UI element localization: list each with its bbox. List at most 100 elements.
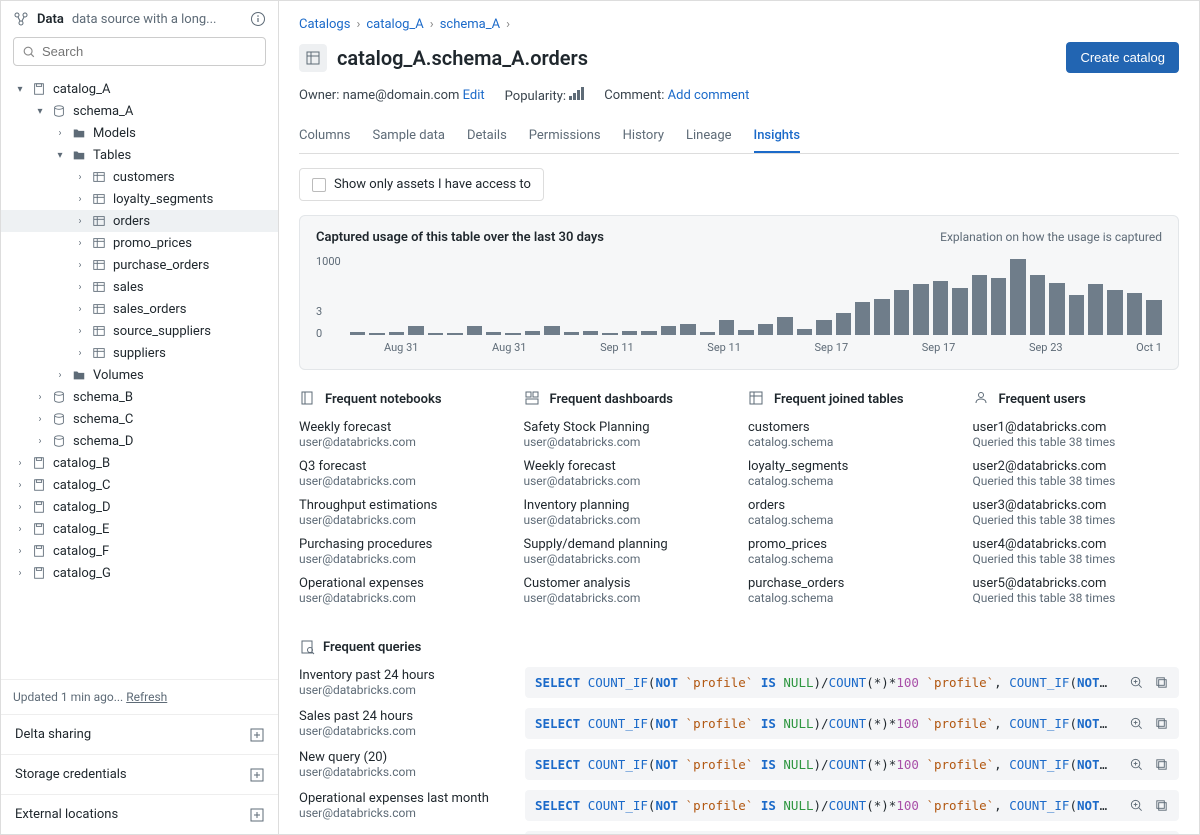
tree-item-label: schema_C xyxy=(73,412,133,427)
tree-item-label: Tables xyxy=(93,148,131,163)
tree-item-catalog_c[interactable]: ›catalog_C xyxy=(1,474,278,496)
table-icon xyxy=(91,169,107,185)
tree-item-schema_b[interactable]: ›schema_B xyxy=(1,386,278,408)
copy-icon[interactable] xyxy=(1154,675,1169,690)
query-sql[interactable]: SELECT COUNT_IF(NOT `profile` IS NULL)/C… xyxy=(525,790,1179,821)
tree-item-purchase_orders[interactable]: ›purchase_orders xyxy=(1,254,278,276)
copy-icon[interactable] xyxy=(1154,757,1169,772)
frequent-users: Frequent users user1@databricks.comQueri… xyxy=(973,390,1180,615)
tree-item-catalog_g[interactable]: ›catalog_G xyxy=(1,562,278,584)
usage-chart: 1000 3 0 Aug 31Aug 31Sep 11Sep 11Sep 17S… xyxy=(316,255,1162,355)
zoom-icon[interactable] xyxy=(1129,716,1144,731)
query-meta[interactable]: Inventory past 24 hoursuser@databricks.c… xyxy=(299,668,509,697)
freq-item[interactable]: Throughput estimationsuser@databricks.co… xyxy=(299,498,506,527)
breadcrumb-catalogs[interactable]: Catalogs xyxy=(299,17,350,32)
tree-item-suppliers[interactable]: ›suppliers xyxy=(1,342,278,364)
freq-item[interactable]: Weekly forecastuser@databricks.com xyxy=(524,459,731,488)
chart-explain-link[interactable]: Explanation on how the usage is captured xyxy=(940,230,1162,245)
zoom-icon[interactable] xyxy=(1129,798,1144,813)
sidebar: Data data source with a long... ▾catalog… xyxy=(1,1,279,834)
search-input-wrap[interactable] xyxy=(13,37,266,66)
breadcrumb-schema_a[interactable]: schema_A xyxy=(440,17,500,32)
tree-item-label: catalog_G xyxy=(53,566,111,581)
freq-item[interactable]: Q3 forecastuser@databricks.com xyxy=(299,459,506,488)
tree-item-catalog_d[interactable]: ›catalog_D xyxy=(1,496,278,518)
freq-item[interactable]: orderscatalog.schema xyxy=(748,498,955,527)
tree-item-customers[interactable]: ›customers xyxy=(1,166,278,188)
freq-item[interactable]: Weekly forecastuser@databricks.com xyxy=(299,420,506,449)
tree-item-sales_orders[interactable]: ›sales_orders xyxy=(1,298,278,320)
freq-item[interactable]: Operational expensesuser@databricks.com xyxy=(299,576,506,605)
copy-icon[interactable] xyxy=(1154,798,1169,813)
tab-permissions[interactable]: Permissions xyxy=(529,120,601,153)
tree-item-catalog_f[interactable]: ›catalog_F xyxy=(1,540,278,562)
freq-item[interactable]: user1@databricks.comQueried this table 3… xyxy=(973,420,1180,449)
tree-item-schema_a[interactable]: ▾schema_A xyxy=(1,100,278,122)
sidebar-footer-external-locations[interactable]: External locations xyxy=(1,794,278,834)
query-sql[interactable]: SELECT COUNT_IF(NOT `profile` IS NULL)/C… xyxy=(525,749,1179,780)
info-icon[interactable] xyxy=(250,11,266,27)
sidebar-footer-storage-credentials[interactable]: Storage credentials xyxy=(1,754,278,794)
query-meta[interactable]: New query (20)user@databricks.com xyxy=(299,750,509,779)
freq-item[interactable]: Safety Stock Planninguser@databricks.com xyxy=(524,420,731,449)
query-meta[interactable]: Sales past 24 hoursuser@databricks.com xyxy=(299,709,509,738)
tree-item-catalog_b[interactable]: ›catalog_B xyxy=(1,452,278,474)
zoom-icon[interactable] xyxy=(1129,757,1144,772)
show-only-checkbox[interactable]: Show only assets I have access to xyxy=(299,168,544,201)
tree-item-orders[interactable]: ›orders xyxy=(1,210,278,232)
tree-item-volumes[interactable]: ›Volumes xyxy=(1,364,278,386)
tree-item-models[interactable]: ›Models xyxy=(1,122,278,144)
sidebar-footer-delta-sharing[interactable]: Delta sharing xyxy=(1,714,278,754)
tree-item-schema_c[interactable]: ›schema_C xyxy=(1,408,278,430)
freq-item[interactable]: user2@databricks.comQueried this table 3… xyxy=(973,459,1180,488)
freq-item[interactable]: Customer analysisuser@databricks.com xyxy=(524,576,731,605)
freq-item[interactable]: user5@databricks.comQueried this table 3… xyxy=(973,576,1180,605)
query-sql[interactable]: SELECT COUNT_IF(NOT `profile` IS NULL)/C… xyxy=(525,831,1179,834)
tree-item-label: promo_prices xyxy=(113,236,192,251)
create-catalog-button[interactable]: Create catalog xyxy=(1066,42,1179,73)
search-input[interactable] xyxy=(42,44,257,59)
tree-item-schema_d[interactable]: ›schema_D xyxy=(1,430,278,452)
tab-history[interactable]: History xyxy=(623,120,664,153)
tree-item-catalog_a[interactable]: ▾catalog_A xyxy=(1,78,278,100)
query-row: Operational expenses last monthuser@data… xyxy=(299,790,1179,821)
zoom-icon[interactable] xyxy=(1129,675,1144,690)
tree-item-promo_prices[interactable]: ›promo_prices xyxy=(1,232,278,254)
tab-sample-data[interactable]: Sample data xyxy=(373,120,446,153)
freq-item[interactable]: user4@databricks.comQueried this table 3… xyxy=(973,537,1180,566)
tree-item-tables[interactable]: ▾Tables xyxy=(1,144,278,166)
tree-item-catalog_e[interactable]: ›catalog_E xyxy=(1,518,278,540)
query-sql[interactable]: SELECT COUNT_IF(NOT `profile` IS NULL)/C… xyxy=(525,708,1179,739)
breadcrumb-catalog_a[interactable]: catalog_A xyxy=(366,17,423,32)
chart-bar xyxy=(816,320,831,335)
tab-details[interactable]: Details xyxy=(467,120,507,153)
catalog-tree: ▾catalog_A▾schema_A›Models▾Tables›custom… xyxy=(1,74,278,679)
freq-item[interactable]: customerscatalog.schema xyxy=(748,420,955,449)
title-row: catalog_A.schema_A.orders Create catalog xyxy=(299,42,1179,73)
tab-columns[interactable]: Columns xyxy=(299,120,351,153)
owner-edit-link[interactable]: Edit xyxy=(463,88,485,103)
tab-insights[interactable]: Insights xyxy=(754,120,801,153)
freq-item[interactable]: purchase_orderscatalog.schema xyxy=(748,576,955,605)
copy-icon[interactable] xyxy=(1154,716,1169,731)
tree-item-source_suppliers[interactable]: ›source_suppliers xyxy=(1,320,278,342)
freq-item[interactable]: Supply/demand planninguser@databricks.co… xyxy=(524,537,731,566)
freq-item[interactable]: promo_pricescatalog.schema xyxy=(748,537,955,566)
tree-item-label: catalog_B xyxy=(53,456,110,471)
add-comment-link[interactable]: Add comment xyxy=(668,88,750,103)
tree-item-sales[interactable]: ›sales xyxy=(1,276,278,298)
tree-item-loyalty_segments[interactable]: ›loyalty_segments xyxy=(1,188,278,210)
refresh-link[interactable]: Refresh xyxy=(126,690,167,704)
tab-lineage[interactable]: Lineage xyxy=(686,120,732,153)
chart-bar xyxy=(505,333,520,335)
chart-bar xyxy=(1069,295,1084,335)
chart-bar xyxy=(836,313,851,335)
query-meta[interactable]: Operational expenses last monthuser@data… xyxy=(299,791,509,820)
freq-item[interactable]: Purchasing proceduresuser@databricks.com xyxy=(299,537,506,566)
table-icon xyxy=(299,44,327,72)
freq-item[interactable]: loyalty_segmentscatalog.schema xyxy=(748,459,955,488)
freq-item[interactable]: Inventory planninguser@databricks.com xyxy=(524,498,731,527)
schema-icon xyxy=(51,433,67,449)
query-sql[interactable]: SELECT COUNT_IF(NOT `profile` IS NULL)/C… xyxy=(525,667,1179,698)
freq-item[interactable]: user3@databricks.comQueried this table 3… xyxy=(973,498,1180,527)
